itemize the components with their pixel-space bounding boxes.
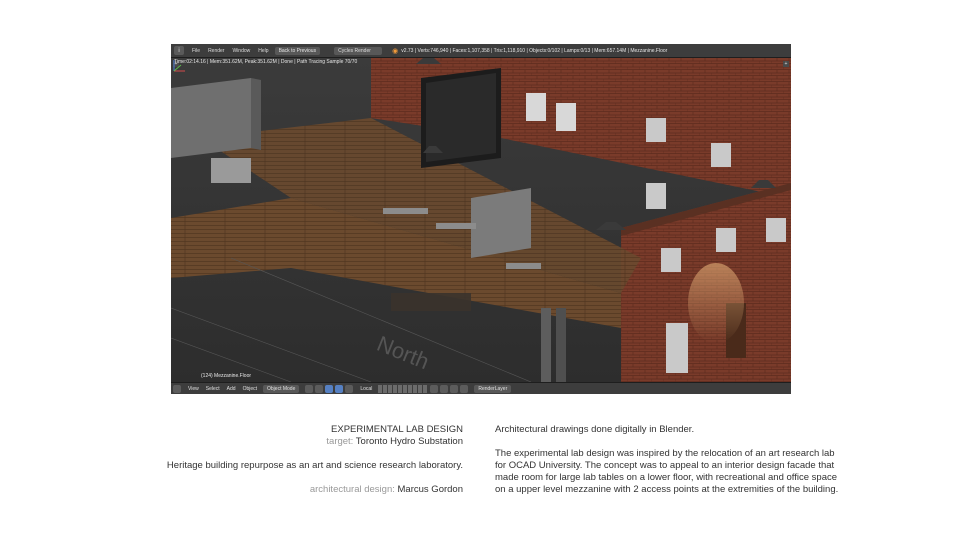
- render-engine-select[interactable]: Cycles Render: [334, 46, 383, 55]
- menu-object[interactable]: Object: [243, 386, 257, 392]
- transform-orientation-select[interactable]: Local: [360, 386, 372, 392]
- layer-buttons[interactable]: [378, 385, 428, 393]
- menu-add[interactable]: Add: [227, 386, 236, 392]
- menu-select[interactable]: Select: [206, 386, 220, 392]
- description-paragraph: The experimental lab design was inspired…: [495, 448, 839, 495]
- proportional-edit-icon[interactable]: [450, 385, 459, 393]
- lock-layers-icon[interactable]: [430, 385, 439, 393]
- target-line: target: Toronto Hydro Substation: [150, 436, 463, 447]
- project-summary: Heritage building repurpose as an art an…: [166, 460, 463, 471]
- active-object-label: (124) Mezzanine.Floor: [201, 373, 252, 379]
- editor-type-icon[interactable]: i: [174, 46, 184, 55]
- pivot-icon[interactable]: [315, 385, 324, 393]
- menu-view[interactable]: View: [188, 386, 199, 392]
- back-to-previous-button[interactable]: Back to Previous: [274, 46, 321, 55]
- target-value: Toronto Hydro Substation: [355, 436, 463, 447]
- target-label: target:: [326, 436, 354, 447]
- menu-window[interactable]: Window: [232, 48, 250, 54]
- rendered-scene: [171, 58, 791, 382]
- manipulator-rotate-icon[interactable]: [335, 385, 344, 393]
- menu-render[interactable]: Render: [208, 48, 224, 54]
- info-header: i File Render Window Help Back to Previo…: [171, 44, 791, 58]
- menu-file[interactable]: File: [192, 48, 200, 54]
- view-editor-icon[interactable]: [173, 385, 181, 393]
- project-title: EXPERIMENTAL LAB DESIGN: [331, 424, 463, 435]
- scene-stats: v2.73 | Verts:746,940 | Faces:1,107,358 …: [401, 47, 668, 54]
- blender-logo-icon: ◉: [392, 47, 399, 55]
- blender-window: i File Render Window Help Back to Previo…: [171, 44, 791, 394]
- render-preview-icon[interactable]: [460, 385, 469, 393]
- render-layer-select[interactable]: RenderLayer: [474, 385, 512, 393]
- snap-icon[interactable]: [440, 385, 449, 393]
- description-intro: Architectural drawings done digitally in…: [495, 424, 695, 435]
- design-label: architectural design:: [309, 484, 395, 495]
- mode-select[interactable]: Object Mode: [263, 385, 300, 393]
- design-value: Marcus Gordon: [397, 484, 463, 495]
- design-credit: architectural design: Marcus Gordon: [150, 484, 463, 495]
- axis-gizmo-icon: [173, 60, 185, 72]
- 3d-view-header: View Select Add Object Object Mode Local…: [171, 382, 791, 394]
- render-status: Time:02:14.16 | Mem:351.62M, Peak:351.62…: [174, 59, 358, 65]
- menu-help[interactable]: Help: [258, 48, 268, 54]
- viewport-shading-icon[interactable]: [305, 385, 314, 393]
- manipulator-translate-icon[interactable]: [325, 385, 334, 393]
- viewport-corner-right[interactable]: +: [783, 61, 789, 67]
- manipulator-scale-icon[interactable]: [345, 385, 354, 393]
- 3d-viewport[interactable]: + + Time:02:14.16 | Mem:351.62M, Peak:35…: [171, 58, 791, 382]
